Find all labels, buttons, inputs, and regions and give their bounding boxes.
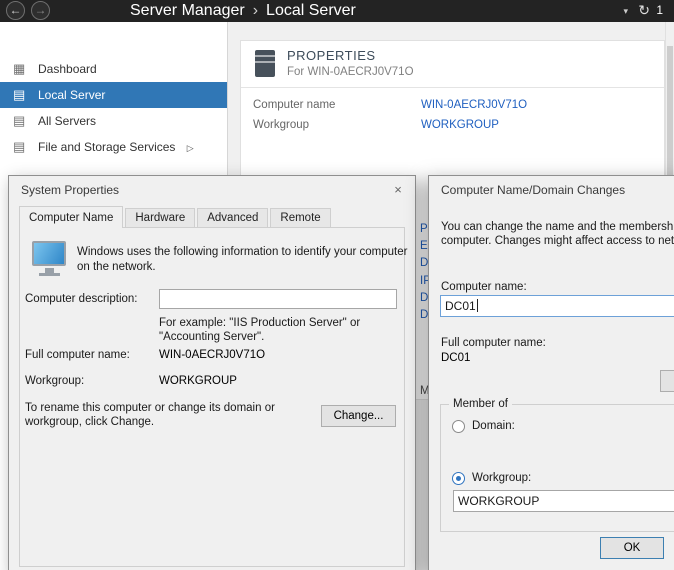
sidebar-item-file-storage-services[interactable]: ▤ File and Storage Services ▷ (0, 134, 227, 160)
intro-line: computer. Changes might affect access to… (441, 234, 674, 248)
intro-line: You can change the name and the membersh… (441, 220, 674, 234)
name-domain-changes-dialog: Computer Name/Domain Changes You can cha… (428, 175, 674, 570)
dialog-title: System Properties (21, 183, 119, 197)
forward-button[interactable]: → (31, 1, 50, 20)
forward-arrow-icon: → (35, 3, 47, 17)
refresh-icon[interactable]: ↻ (638, 2, 650, 19)
text-cursor (477, 299, 478, 312)
sidebar-item-label: All Servers (38, 114, 96, 128)
sidebar-item-label: File and Storage Services (38, 140, 175, 154)
notification-count-badge: 1 (656, 3, 663, 17)
computer-name-link[interactable]: WIN-0AECRJ0V71O (421, 99, 527, 111)
hint-line: To rename this computer or change its do… (25, 401, 275, 415)
computer-name-input[interactable]: DC01 (440, 295, 674, 317)
full-computer-name-label: Full computer name: (25, 349, 130, 361)
server-icon: ▤ (13, 134, 31, 160)
workgroup-link[interactable]: WORKGROUP (421, 119, 499, 131)
tab-hardware[interactable]: Hardware (125, 208, 195, 227)
rename-hint-text: To rename this computer or change its do… (25, 401, 275, 429)
example-line: "Accounting Server". (159, 331, 360, 345)
intro-text: Windows uses the following information t… (77, 245, 407, 274)
scrollbar-thumb[interactable] (667, 46, 673, 184)
property-label: Workgroup (253, 119, 309, 131)
back-arrow-icon: ← (10, 3, 22, 17)
workgroup-value: WORKGROUP (159, 375, 237, 387)
sidebar-item-local-server[interactable]: ▤ Local Server (0, 82, 227, 108)
properties-heading: PROPERTIES (287, 48, 376, 63)
intro-text: You can change the name and the membersh… (441, 220, 674, 248)
server-icon: ▤ (13, 108, 31, 134)
change-button[interactable]: Change... (321, 405, 396, 427)
breadcrumb-current[interactable]: Local Server (266, 2, 356, 19)
computer-description-input[interactable] (159, 289, 397, 309)
chevron-right-icon[interactable]: ▷ (187, 143, 194, 153)
sidebar-item-dashboard[interactable]: ▦ Dashboard (0, 56, 227, 82)
example-line: For example: "IIS Production Server" or (159, 317, 360, 331)
computer-description-label: Computer description: (25, 293, 138, 305)
full-computer-name-value: WIN-0AECRJ0V71O (159, 349, 265, 361)
monitor-icon (39, 273, 60, 276)
tab-computer-name[interactable]: Computer Name (19, 206, 123, 228)
full-computer-name-label: Full computer name: (441, 337, 546, 349)
domain-radio-label[interactable]: Domain: (472, 420, 515, 432)
tab-advanced[interactable]: Advanced (197, 208, 268, 227)
workgroup-radio[interactable] (452, 472, 465, 485)
property-label: Computer name (253, 99, 335, 111)
tab-strip: Computer Name Hardware Advanced Remote (19, 205, 333, 228)
dashboard-icon: ▦ (13, 56, 31, 82)
back-button[interactable]: ← (6, 1, 25, 20)
title-bar: ← → Server Manager › Local Server ▾ ↻ 1 (0, 0, 674, 22)
divider (241, 87, 664, 88)
caret-down-icon[interactable]: ▾ (623, 6, 628, 17)
workgroup-input[interactable]: WORKGROUP (453, 490, 674, 512)
computer-name-input-value: DC01 (445, 299, 476, 313)
computer-name-tab-panel: Windows uses the following information t… (19, 227, 405, 567)
intro-line: Windows uses the following information t… (77, 245, 407, 260)
close-icon[interactable]: × (388, 181, 408, 199)
more-button[interactable] (660, 370, 674, 392)
server-manager-window: ← → Server Manager › Local Server ▾ ↻ 1 ▦ … (0, 0, 674, 570)
system-properties-dialog: System Properties × Computer Name Hardwa… (8, 175, 416, 570)
server-tile-icon (255, 50, 275, 77)
intro-line: on the network. (77, 260, 407, 275)
example-text: For example: "IIS Production Server" or … (159, 317, 360, 344)
tab-remote[interactable]: Remote (270, 208, 330, 227)
properties-subheading: For WIN-0AECRJ0V71O (287, 66, 414, 78)
workgroup-label: Workgroup: (25, 375, 84, 387)
dialog-title: Computer Name/Domain Changes (441, 183, 625, 197)
sidebar-item-label: Dashboard (38, 62, 97, 76)
sidebar-item-all-servers[interactable]: ▤ All Servers (0, 108, 227, 134)
domain-radio[interactable] (452, 420, 465, 433)
breadcrumb: Server Manager › Local Server (130, 0, 356, 22)
workgroup-radio-label[interactable]: Workgroup: (472, 472, 531, 484)
full-computer-name-value: DC01 (441, 352, 470, 364)
ok-button[interactable]: OK (600, 537, 664, 559)
breadcrumb-root[interactable]: Server Manager (130, 2, 245, 19)
sidebar-item-label: Local Server (38, 88, 105, 102)
member-of-groupbox: Member of Domain: Workgroup: WORKGROUP (440, 404, 674, 532)
member-of-label: Member of (449, 398, 512, 410)
server-icon: ▤ (13, 82, 31, 108)
breadcrumb-separator-icon: › (253, 2, 258, 19)
monitor-icon (32, 241, 66, 266)
computer-name-label: Computer name: (441, 281, 527, 293)
hint-line: workgroup, click Change. (25, 415, 275, 429)
